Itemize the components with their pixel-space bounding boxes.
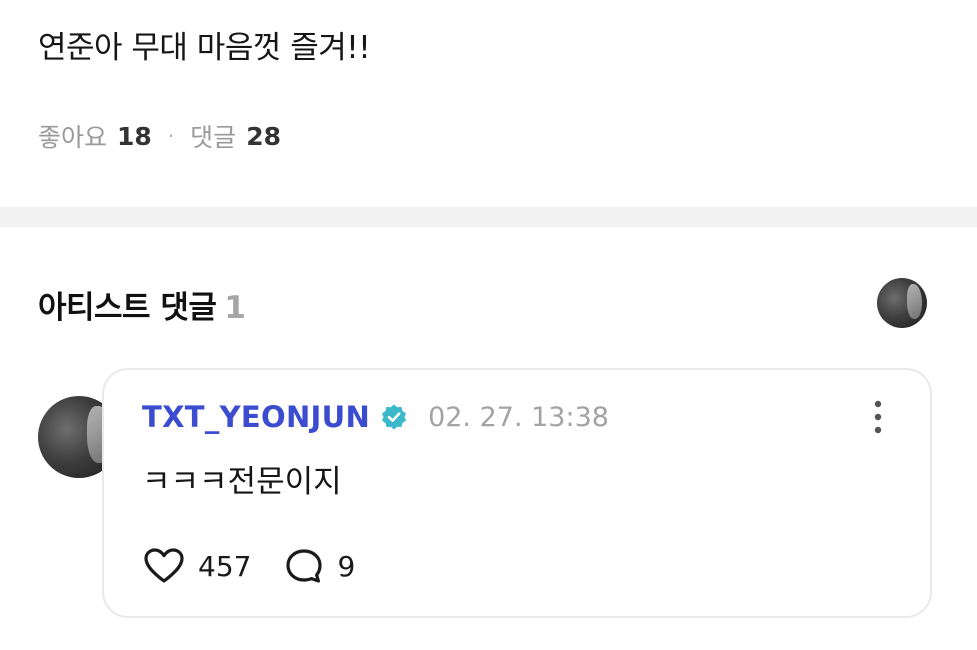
artist-comments-count: 1 <box>224 290 246 326</box>
reply-count: 9 <box>337 549 356 583</box>
heart-icon <box>144 548 184 583</box>
like-count: 457 <box>198 549 252 583</box>
section-divider <box>0 207 977 227</box>
comment-timestamp: 02. 27. 13:38 <box>428 401 609 433</box>
post-text: 연준아 무대 마음껏 즐겨!! <box>38 30 371 66</box>
comment-actions: 457 9 <box>144 548 389 584</box>
comment-header: TXT_YEONJUN 02. 27. 13:38 <box>142 400 609 434</box>
artist-comment-screen: 연준아 무대 마음껏 즐겨!! 좋아요 18 · 댓글 28 아티스트 댓글 1 … <box>0 0 977 650</box>
likes-label[interactable]: 좋아요 <box>38 118 107 154</box>
artist-comments-title: 아티스트 댓글 <box>38 290 217 326</box>
verified-badge-icon <box>382 404 407 430</box>
artist-comment-card: TXT_YEONJUN 02. 27. 13:38 ㅋㅋㅋ전문이지 457 9 <box>102 368 932 618</box>
comment-author-name[interactable]: TXT_YEONJUN <box>142 400 370 434</box>
comment-bubble-icon <box>286 549 323 583</box>
stats-separator: · <box>167 124 175 148</box>
artist-comments-header: 아티스트 댓글 1 <box>38 282 246 327</box>
reply-button[interactable]: 9 <box>285 548 355 584</box>
comments-count[interactable]: 28 <box>246 122 281 151</box>
likes-count[interactable]: 18 <box>117 122 152 151</box>
more-options-icon[interactable] <box>874 400 882 434</box>
comments-label[interactable]: 댓글 <box>190 118 236 154</box>
like-button[interactable]: 457 <box>144 548 251 584</box>
comment-text: ㅋㅋㅋ전문이지 <box>142 464 342 500</box>
post-stats: 좋아요 18 · 댓글 28 <box>38 118 281 154</box>
artist-avatar-small[interactable] <box>877 278 927 328</box>
